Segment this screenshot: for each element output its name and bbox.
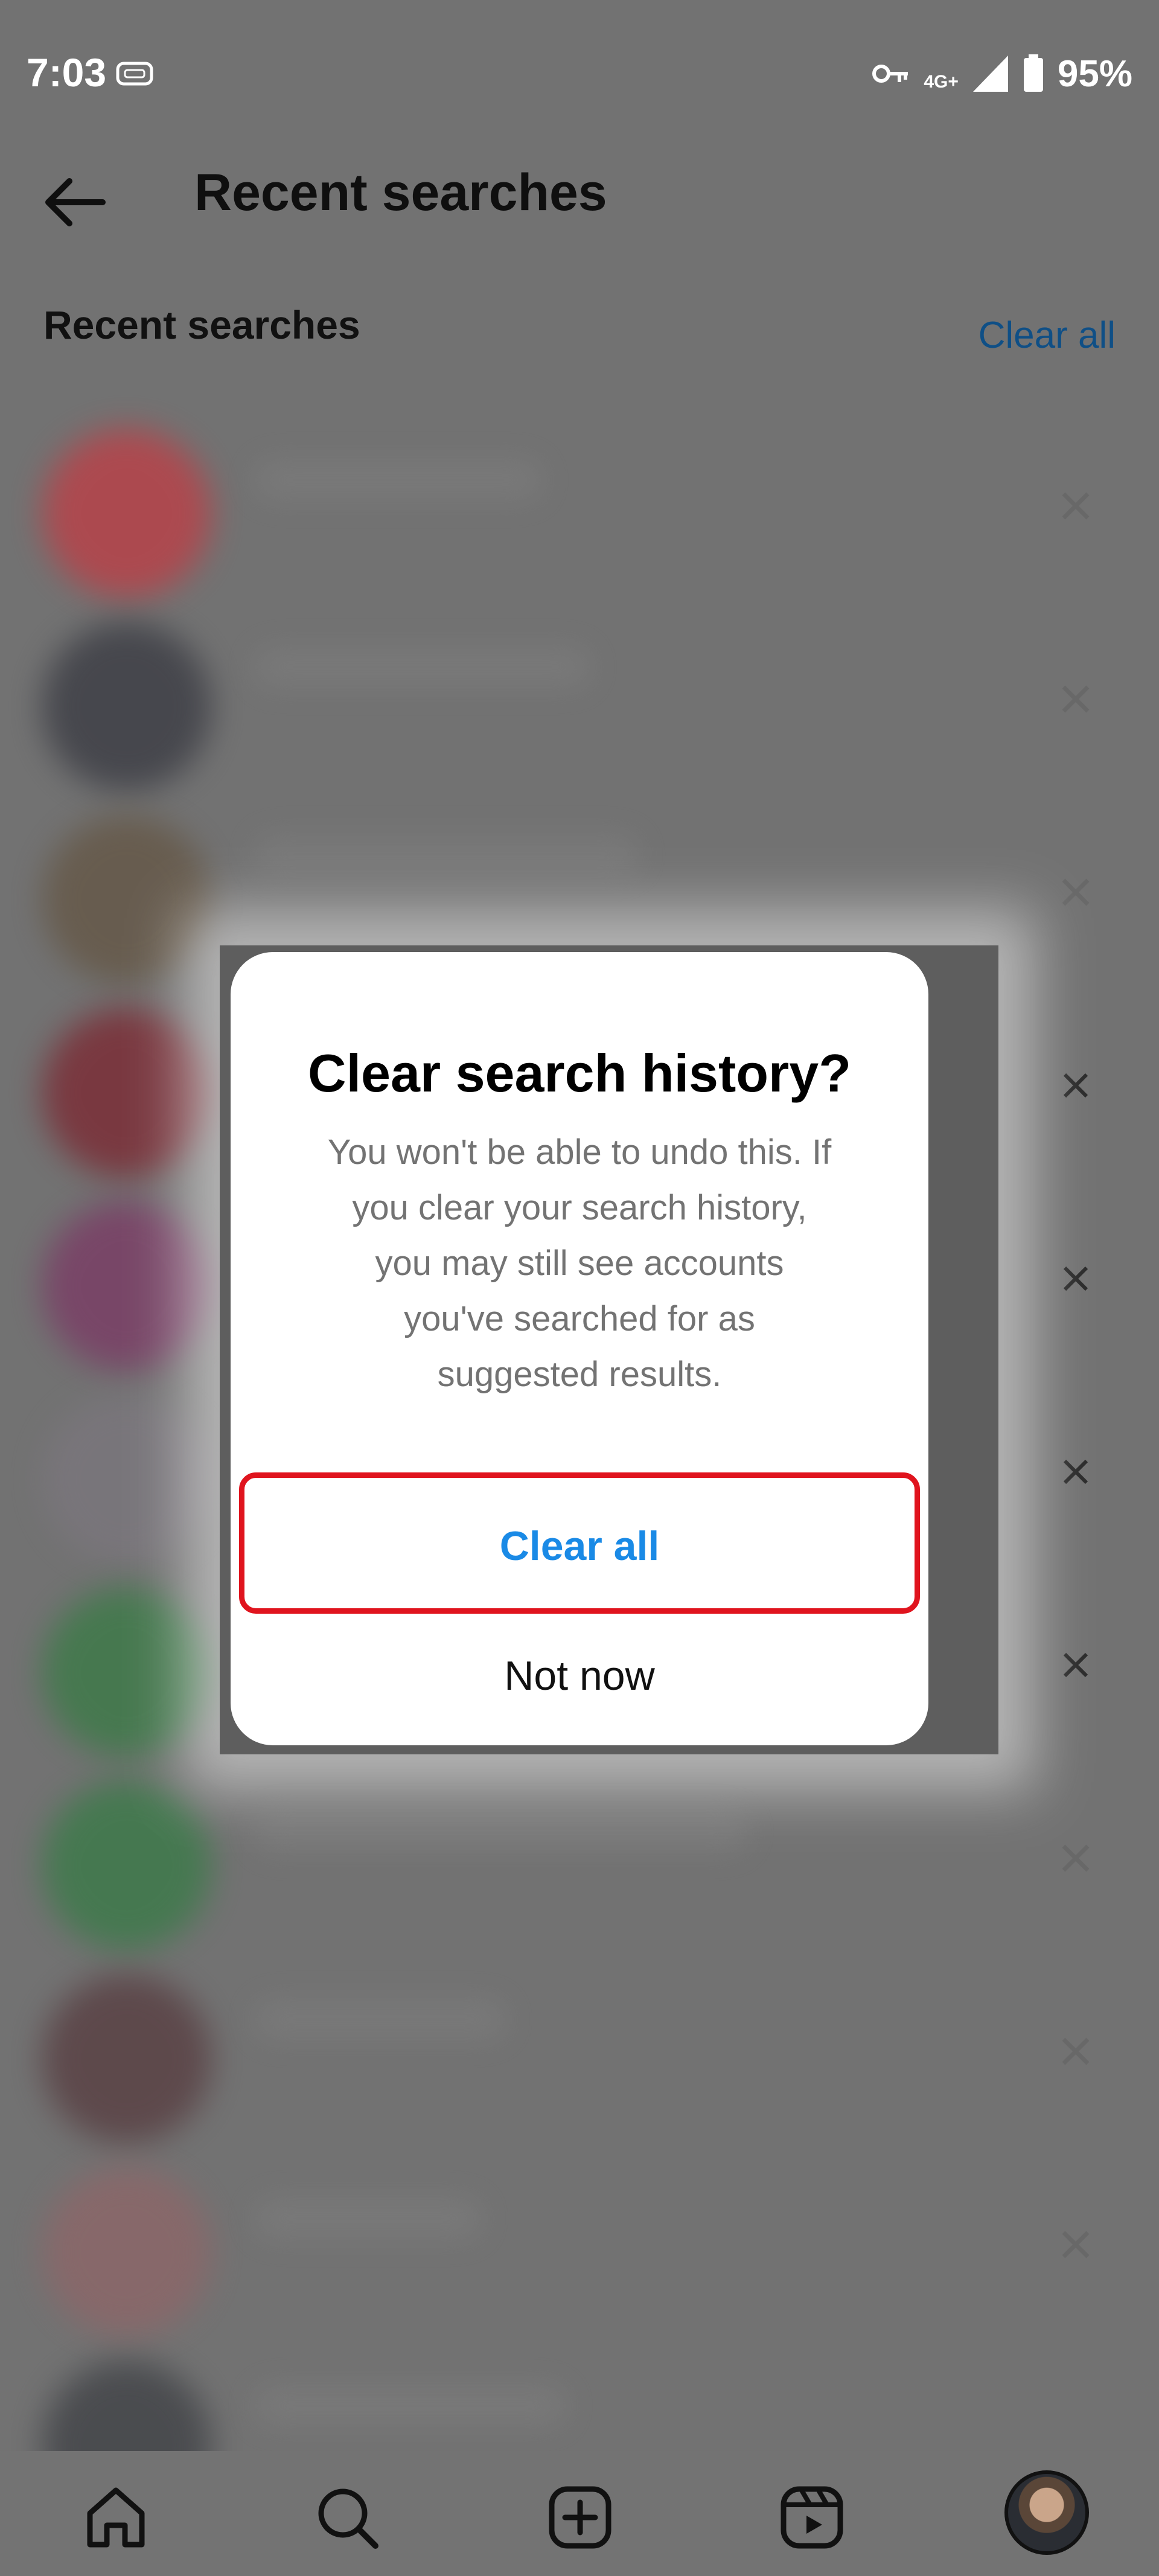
list-item-text: [254, 2197, 483, 2240]
list-item[interactable]: [0, 2131, 1159, 2336]
list-item[interactable]: [0, 1938, 1159, 2143]
list-item[interactable]: [0, 2324, 1159, 2451]
avatar: [42, 1588, 211, 1757]
close-icon[interactable]: [1059, 2228, 1093, 2261]
close-icon[interactable]: [1059, 489, 1093, 523]
avatar: [42, 1201, 211, 1370]
close-icon[interactable]: [1059, 682, 1093, 716]
list-item-text: [254, 459, 543, 501]
clear-history-dialog: Clear search history? You won't be able …: [231, 952, 928, 1745]
dialog-title: Clear search history?: [308, 1043, 851, 1103]
close-icon[interactable]: [1059, 1841, 1093, 1875]
list-item-text: [254, 646, 592, 688]
signal-icon: [972, 56, 1008, 92]
status-time: 7:03: [27, 50, 107, 95]
avatar: [42, 1395, 211, 1564]
ticket-icon: [116, 62, 153, 86]
battery-percent: 95%: [1057, 53, 1132, 95]
list-item[interactable]: [0, 586, 1159, 791]
close-icon[interactable]: [1059, 1455, 1093, 1489]
page-title: Recent searches: [194, 164, 607, 222]
list-item-text: [254, 2385, 567, 2427]
screen: 7:03 4G+ 95% Recent searches Recent sear…: [0, 0, 1159, 2576]
avatar: [42, 2167, 211, 2336]
close-icon[interactable]: [1059, 2034, 1093, 2068]
battery-icon: [1023, 54, 1043, 92]
network-label: 4G+: [924, 72, 959, 92]
close-icon[interactable]: [1059, 1069, 1093, 1102]
close-icon[interactable]: [1059, 1262, 1093, 1296]
list-item-text: [254, 833, 640, 875]
avatar: [42, 429, 211, 598]
clear-all-link[interactable]: Clear all: [979, 314, 1116, 357]
key-icon: [872, 65, 908, 83]
status-bar: 7:03 4G+ 95%: [0, 0, 1159, 145]
list-item-text: [254, 1998, 507, 2041]
avatar: [42, 622, 211, 791]
dialog-message: You won't be able to undo this. If you c…: [327, 1133, 832, 1394]
list-item[interactable]: [0, 779, 1159, 984]
close-icon[interactable]: [1059, 875, 1093, 909]
avatar: [42, 1781, 211, 1950]
reels-icon[interactable]: [779, 2484, 845, 2551]
avatar: [42, 1008, 211, 1177]
section-title: Recent searches: [43, 302, 360, 347]
avatar: [42, 2360, 211, 2451]
avatar: [42, 1974, 211, 2143]
list-item-text: [254, 1811, 749, 1853]
add-post-icon[interactable]: [547, 2484, 613, 2551]
close-icon[interactable]: [1059, 1648, 1093, 1682]
profile-avatar[interactable]: [1004, 2470, 1089, 2555]
avatar: [42, 815, 211, 984]
list-item[interactable]: [0, 1745, 1159, 1950]
search-icon[interactable]: [314, 2484, 380, 2551]
not-now-button[interactable]: Not now: [231, 1652, 928, 1699]
bottom-nav: [0, 2451, 1159, 2576]
list-item[interactable]: [0, 392, 1159, 598]
clear-all-button[interactable]: Clear all: [231, 1523, 928, 1570]
home-icon[interactable]: [83, 2484, 149, 2551]
status-right: 4G+ 95%: [870, 50, 1132, 98]
arrow-left-icon[interactable]: [42, 175, 109, 229]
